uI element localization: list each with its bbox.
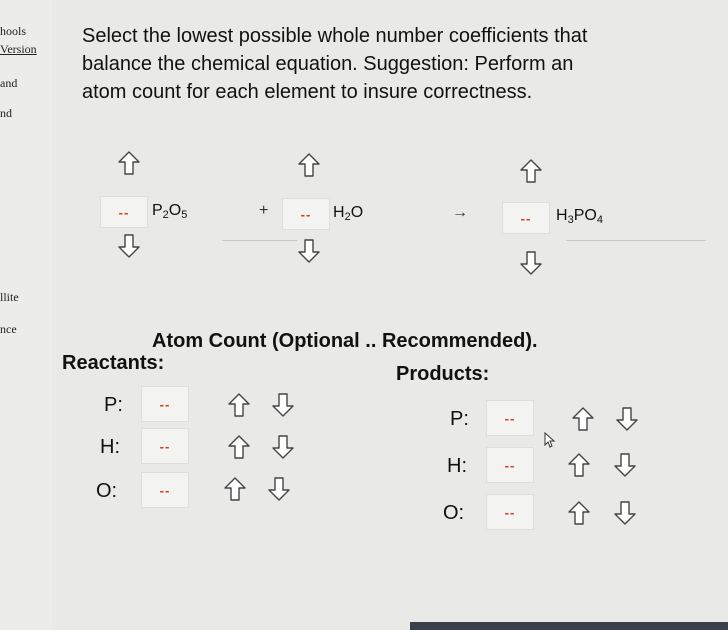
formula-h3po4: H3PO4 xyxy=(556,207,603,226)
reactant-o-down-button[interactable] xyxy=(266,476,292,502)
reaction-arrow: → xyxy=(452,204,468,221)
arrow-up-outline-icon xyxy=(520,159,542,183)
arrow-down-outline-icon xyxy=(268,477,290,501)
increase-coefficient-h3po4-button[interactable] xyxy=(518,158,544,184)
arrow-down-outline-icon xyxy=(616,407,638,431)
reactant-element-label: P: xyxy=(104,394,123,416)
atom-count-title: Atom Count (Optional .. Recommended). xyxy=(152,330,538,352)
decrease-coefficient-h2o-button[interactable] xyxy=(296,238,322,264)
formula-p2o5: P2O5 xyxy=(152,202,188,221)
product-p-count-field[interactable]: -- xyxy=(486,400,534,436)
prompt-line-1: Select the lowest possible whole number … xyxy=(82,25,588,47)
reactants-label: Reactants: xyxy=(62,352,165,374)
arrow-down-outline-icon xyxy=(614,501,636,525)
coefficient-p2o5-field[interactable]: -- xyxy=(100,196,148,228)
formula-h2o: H2O xyxy=(333,204,364,223)
sidebar-item-3[interactable]: and xyxy=(0,76,17,91)
left-sidebar: hools Version and nd llite nce xyxy=(0,0,52,630)
arrow-down-outline-icon xyxy=(272,435,294,459)
product-p-down-button[interactable] xyxy=(614,406,640,432)
product-p-up-button[interactable] xyxy=(570,406,596,432)
product-h-up-button[interactable] xyxy=(566,452,592,478)
sidebar-item-2[interactable]: Version xyxy=(0,42,37,57)
arrow-up-outline-icon xyxy=(298,153,320,177)
prompt-line-2: balance the chemical equation. Suggestio… xyxy=(82,53,574,75)
reactant-element-label: H: xyxy=(100,436,120,458)
decrease-coefficient-h3po4-button[interactable] xyxy=(518,250,544,276)
increase-coefficient-p2o5-button[interactable] xyxy=(116,150,142,176)
arrow-down-outline-icon xyxy=(298,239,320,263)
reactant-h-count-field[interactable]: -- xyxy=(141,428,189,464)
sidebar-item-6[interactable]: nce xyxy=(0,322,17,337)
sidebar-item-5[interactable]: llite xyxy=(0,290,19,305)
product-o-count-field[interactable]: -- xyxy=(486,494,534,530)
sidebar-item-4[interactable]: nd xyxy=(0,106,12,121)
question-prompt: Select the lowest possible whole number … xyxy=(82,22,712,106)
reactant-element-label: O: xyxy=(96,480,118,502)
bottom-bar xyxy=(410,622,728,630)
mouse-cursor-icon xyxy=(544,431,556,448)
equation-divider xyxy=(566,240,706,241)
reactant-p-up-button[interactable] xyxy=(226,392,252,418)
plus-sign: + xyxy=(259,202,269,219)
product-h-count-field[interactable]: -- xyxy=(486,447,534,483)
reactant-p-down-button[interactable] xyxy=(270,392,296,418)
arrow-up-outline-icon xyxy=(118,151,140,175)
arrow-up-outline-icon xyxy=(568,453,590,477)
product-element-label: O: xyxy=(443,502,465,524)
arrow-down-outline-icon xyxy=(520,251,542,275)
increase-coefficient-h2o-button[interactable] xyxy=(296,152,322,178)
coefficient-h3po4-field[interactable]: -- xyxy=(502,202,550,234)
product-o-up-button[interactable] xyxy=(566,500,592,526)
reactant-h-down-button[interactable] xyxy=(270,434,296,460)
product-o-down-button[interactable] xyxy=(612,500,638,526)
product-h-down-button[interactable] xyxy=(612,452,638,478)
sidebar-item-1[interactable]: hools xyxy=(0,24,26,39)
arrow-up-outline-icon xyxy=(228,435,250,459)
coefficient-h2o-field[interactable]: -- xyxy=(282,198,330,230)
arrow-down-outline-icon xyxy=(272,393,294,417)
arrow-up-outline-icon xyxy=(228,393,250,417)
decrease-coefficient-p2o5-button[interactable] xyxy=(116,233,142,259)
arrow-up-outline-icon xyxy=(568,501,590,525)
arrow-up-outline-icon xyxy=(224,477,246,501)
product-element-label: P: xyxy=(450,408,469,430)
reactant-p-count-field[interactable]: -- xyxy=(141,386,189,422)
arrow-up-outline-icon xyxy=(572,407,594,431)
reactant-o-count-field[interactable]: -- xyxy=(141,472,189,508)
product-element-label: H: xyxy=(447,455,467,477)
equation-divider xyxy=(222,240,297,241)
products-label: Products: xyxy=(396,363,490,385)
prompt-line-3: atom count for each element to insure co… xyxy=(82,81,533,103)
reactant-o-up-button[interactable] xyxy=(222,476,248,502)
arrow-down-outline-icon xyxy=(118,234,140,258)
arrow-down-outline-icon xyxy=(614,453,636,477)
reactant-h-up-button[interactable] xyxy=(226,434,252,460)
